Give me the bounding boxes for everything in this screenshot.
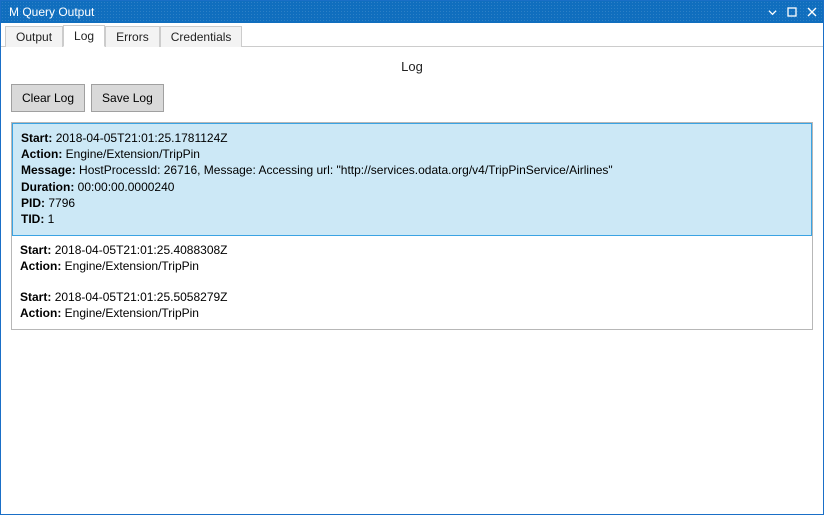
value-duration: 00:00:00.0000240 xyxy=(78,180,175,194)
dropdown-icon[interactable] xyxy=(765,5,779,19)
close-icon[interactable] xyxy=(805,5,819,19)
clear-log-button[interactable]: Clear Log xyxy=(11,84,85,112)
value-start: 2018-04-05T21:01:25.1781124Z xyxy=(56,131,228,145)
value-tid: 1 xyxy=(48,212,55,226)
tab-output[interactable]: Output xyxy=(5,26,63,47)
label-pid: PID: xyxy=(21,196,45,210)
label-tid: TID: xyxy=(21,212,44,226)
tab-body: Log Clear Log Save Log Start: 2018-04-05… xyxy=(1,47,823,514)
save-log-button[interactable]: Save Log xyxy=(91,84,164,112)
window-title: M Query Output xyxy=(9,5,765,19)
label-start: Start: xyxy=(20,290,51,304)
tab-log[interactable]: Log xyxy=(63,25,105,47)
value-start: 2018-04-05T21:01:25.5058279Z xyxy=(55,290,228,304)
label-start: Start: xyxy=(21,131,52,145)
value-action: Engine/Extension/TripPin xyxy=(65,306,199,320)
toolbar: Clear Log Save Log xyxy=(9,84,815,122)
label-action: Action: xyxy=(20,306,61,320)
value-message: HostProcessId: 26716, Message: Accessing… xyxy=(79,163,613,177)
label-start: Start: xyxy=(20,243,51,257)
label-action: Action: xyxy=(20,259,61,273)
log-list[interactable]: Start: 2018-04-05T21:01:25.1781124Z Acti… xyxy=(11,122,813,330)
label-duration: Duration: xyxy=(21,180,74,194)
label-action: Action: xyxy=(21,147,62,161)
log-entry[interactable]: Start: 2018-04-05T21:01:25.1781124Z Acti… xyxy=(12,123,812,236)
maximize-icon[interactable] xyxy=(785,5,799,19)
log-entry[interactable]: Start: 2018-04-05T21:01:25.4088308Z Acti… xyxy=(12,236,812,282)
tab-errors[interactable]: Errors xyxy=(105,26,160,47)
window-frame: M Query Output Output Log Errors Credent… xyxy=(0,0,824,515)
log-entry[interactable]: Start: 2018-04-05T21:01:25.5058279Z Acti… xyxy=(12,283,812,329)
value-pid: 7796 xyxy=(48,196,75,210)
titlebar[interactable]: M Query Output xyxy=(1,1,823,23)
window-controls xyxy=(765,5,819,19)
value-action: Engine/Extension/TripPin xyxy=(66,147,200,161)
tabstrip: Output Log Errors Credentials xyxy=(1,23,823,47)
tab-credentials[interactable]: Credentials xyxy=(160,26,243,47)
page-title: Log xyxy=(9,47,815,84)
value-action: Engine/Extension/TripPin xyxy=(65,259,199,273)
label-message: Message: xyxy=(21,163,76,177)
value-start: 2018-04-05T21:01:25.4088308Z xyxy=(55,243,228,257)
